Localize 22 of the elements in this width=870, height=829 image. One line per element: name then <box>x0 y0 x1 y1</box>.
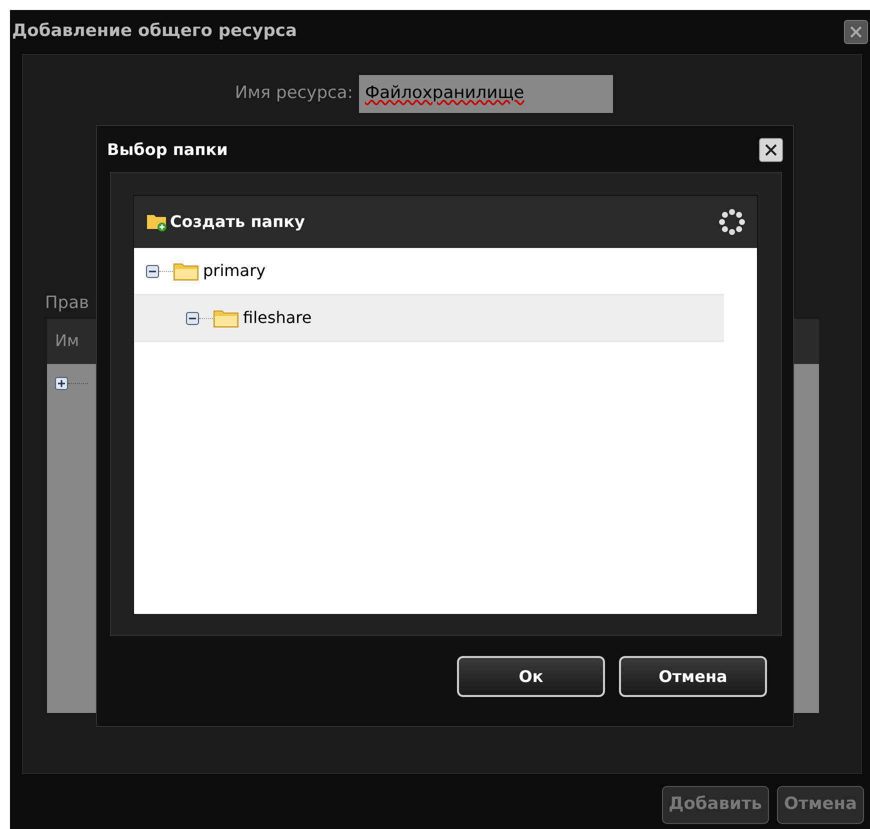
close-button[interactable] <box>759 138 783 162</box>
dialog-title: Добавление общего ресурса <box>12 20 297 44</box>
folder-label: fileshare <box>243 307 312 329</box>
modal-button[interactable]: Ок <box>457 656 605 697</box>
loading-spinner-icon <box>719 209 745 235</box>
expand-icon[interactable] <box>55 377 68 390</box>
modal-title: Выбор папки <box>107 139 228 161</box>
new-folder-icon <box>146 212 168 232</box>
text-field[interactable]: Файлохранилище <box>359 75 613 113</box>
collapse-icon[interactable] <box>186 312 199 324</box>
close-icon <box>764 143 778 157</box>
folder-icon <box>173 261 199 281</box>
field-label: Имя ресурса: <box>234 82 353 106</box>
modal-button[interactable]: Отмена <box>619 656 767 697</box>
close-icon <box>849 25 863 39</box>
column-header: Им <box>55 330 80 352</box>
create-folder-button[interactable]: Создать папку <box>146 210 305 234</box>
folder-icon <box>213 308 239 328</box>
folder-label: primary <box>203 260 266 282</box>
collapse-icon[interactable] <box>146 264 159 278</box>
tree-row[interactable]: fileshare <box>134 295 724 342</box>
section-label: Прав <box>45 292 90 315</box>
